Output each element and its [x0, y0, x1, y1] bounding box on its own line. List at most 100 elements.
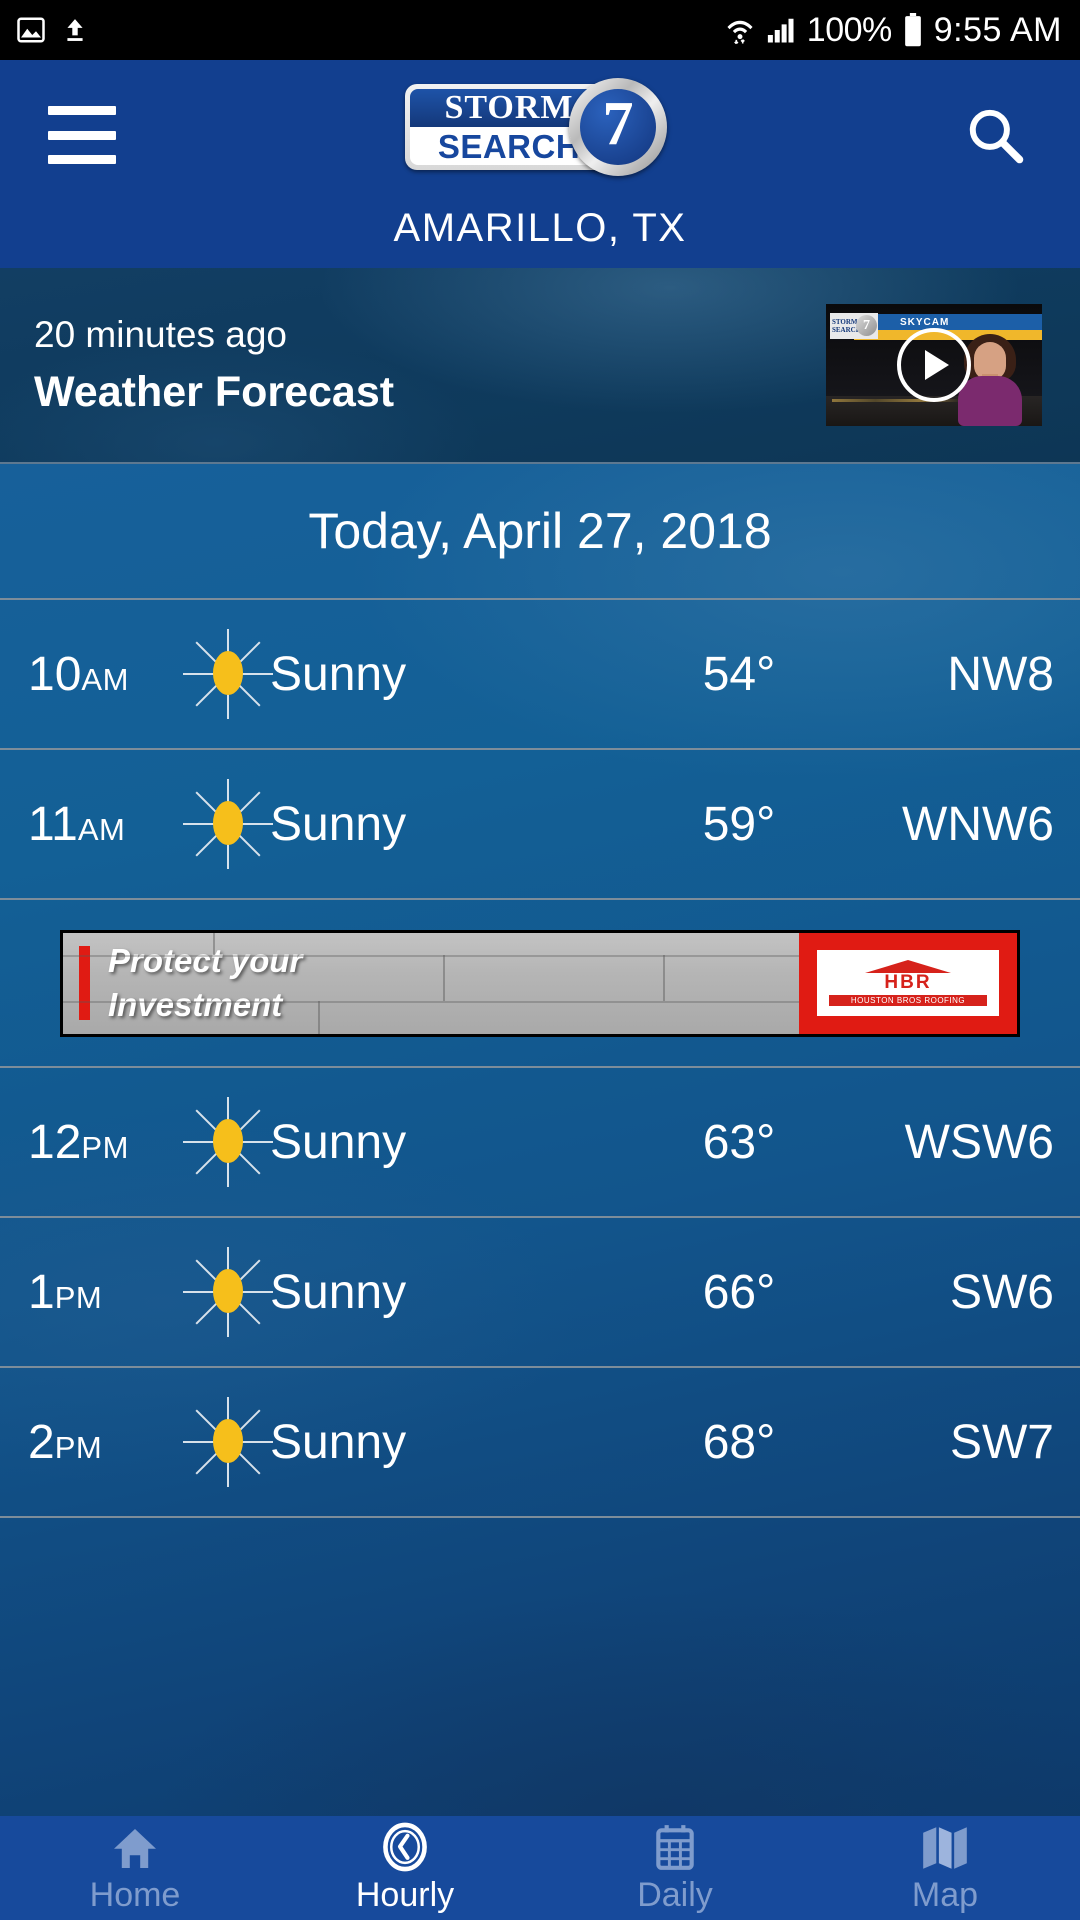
nav-label-map: Map: [911, 1875, 979, 1914]
row-hour: 2: [28, 1415, 55, 1469]
app-header: STORM SEARCH 7 AMARILLO, TX: [0, 60, 1080, 268]
status-bar-left: [16, 15, 88, 45]
cell-signal-icon: [767, 18, 794, 43]
clock-label: 9:55 AM: [933, 10, 1062, 49]
sun-core: [213, 1269, 243, 1313]
battery-icon: [904, 13, 921, 47]
row-wind: SW7: [949, 1415, 1054, 1469]
wifi-icon: [727, 20, 753, 45]
table-row[interactable]: 12PM Sunny 63° WSW6: [0, 1068, 1080, 1218]
anchor-body: [958, 376, 1022, 426]
ad-brand-panel: HBR HOUSTON BROS ROOFING: [799, 932, 1017, 1034]
row-icon-cell: [183, 629, 273, 719]
table-row[interactable]: 2PM Sunny 68° SW7: [0, 1368, 1080, 1518]
hamburger-bar: [48, 130, 116, 140]
nav-item-map[interactable]: Map: [810, 1816, 1080, 1920]
row-wind: WNW6: [902, 797, 1054, 851]
nav-item-home[interactable]: Home: [0, 1816, 270, 1920]
row-temperature: 63°: [702, 1115, 776, 1169]
row-wind: SW6: [949, 1265, 1054, 1319]
clock-icon: [379, 1822, 431, 1872]
row-condition: Sunny: [270, 647, 407, 701]
nav-label-hourly: Hourly: [355, 1875, 455, 1914]
row-icon-cell: [183, 1247, 273, 1337]
row-temperature: 68°: [702, 1415, 776, 1469]
sun-icon: [183, 1397, 273, 1487]
ad-headline: Protect your Investment: [108, 939, 302, 1027]
search-icon: [969, 109, 1024, 164]
bottom-navigation-bar: Home Hourly Daily Map: [0, 1816, 1080, 1920]
roof-icon: [865, 960, 951, 973]
channel-seven-badge: 7: [569, 78, 667, 176]
row-condition: Sunny: [270, 1115, 407, 1169]
ad-accent-bar: [79, 946, 90, 1020]
ad-headline-line2: Investment: [108, 986, 283, 1023]
row-condition: Sunny: [270, 1415, 407, 1469]
video-title: Weather Forecast: [34, 367, 395, 416]
row-meridiem: AM: [77, 811, 126, 847]
upload-icon: [67, 19, 83, 41]
row-hour: 10: [28, 647, 82, 701]
hamburger-menu-icon[interactable]: [48, 106, 116, 164]
video-timestamp: 20 minutes ago: [34, 313, 288, 355]
row-time: 1PM: [28, 1265, 186, 1320]
nav-item-hourly[interactable]: Hourly: [270, 1816, 540, 1920]
video-thumbnail[interactable]: SKYCAM STORM SEARCH 7: [826, 304, 1042, 426]
row-hour: 12: [28, 1115, 82, 1169]
table-row[interactable]: 11AM Sunny 59° WNW6: [0, 750, 1080, 900]
storm-search-7-logo[interactable]: STORM SEARCH 7: [405, 76, 675, 176]
image-icon: [17, 17, 45, 43]
header-top-row: STORM SEARCH 7: [0, 60, 1080, 210]
row-icon-cell: [183, 1097, 273, 1187]
row-time: 2PM: [28, 1415, 186, 1470]
sun-core: [213, 801, 243, 845]
sun-icon: [183, 1097, 273, 1187]
row-icon-cell: [183, 779, 273, 869]
row-time: 10AM: [28, 647, 186, 702]
row-condition: Sunny: [270, 797, 407, 851]
row-temperature: 66°: [702, 1265, 776, 1319]
search-button[interactable]: [960, 100, 1030, 170]
hamburger-bar: [48, 155, 116, 164]
row-wind: WSW6: [904, 1115, 1054, 1169]
sun-core: [213, 1119, 243, 1163]
map-icon: [918, 1822, 972, 1872]
row-hour: 11: [28, 797, 78, 851]
row-hour: 1: [28, 1265, 55, 1319]
nav-label-daily: Daily: [637, 1875, 713, 1914]
row-temperature: 59°: [702, 797, 776, 851]
skycam-banner: SKYCAM: [854, 314, 1042, 330]
table-row[interactable]: 1PM Sunny 66° SW6: [0, 1218, 1080, 1368]
sun-icon: [183, 1247, 273, 1337]
channel-seven-number: 7: [580, 89, 656, 165]
hbr-brand-tagline: HOUSTON BROS ROOFING: [829, 995, 987, 1006]
row-meridiem: PM: [81, 1129, 129, 1165]
table-row[interactable]: 10AM Sunny 54° NW8: [0, 600, 1080, 750]
play-icon[interactable]: [897, 328, 971, 402]
status-bar-right: 100% 9:55 AM: [725, 11, 1062, 50]
row-time: 12PM: [28, 1115, 186, 1170]
thumbnail-channel-badge: 7: [856, 315, 877, 336]
row-meridiem: PM: [54, 1279, 103, 1315]
sun-icon: [183, 779, 273, 869]
hbr-logo: HBR HOUSTON BROS ROOFING: [817, 950, 999, 1016]
calendar-icon: [650, 1822, 700, 1872]
row-meridiem: PM: [54, 1429, 103, 1465]
advertisement-slot: Protect your Investment HBR HOUSTON BROS…: [0, 900, 1080, 1068]
ad-content: Protect your Investment: [63, 932, 799, 1034]
hourly-forecast-list[interactable]: Today, April 27, 2018 10AM Sunny 54° NW8…: [0, 464, 1080, 1816]
row-wind: NW8: [947, 647, 1054, 701]
nav-item-daily[interactable]: Daily: [540, 1816, 810, 1920]
sun-core: [213, 1419, 243, 1463]
ad-headline-line1: Protect your: [108, 942, 303, 980]
sun-core: [213, 651, 243, 695]
status-bar: 100% 9:55 AM: [0, 0, 1080, 60]
row-meridiem: AM: [81, 661, 129, 697]
nav-label-home: Home: [89, 1875, 181, 1914]
forecast-date-header: Today, April 27, 2018: [0, 464, 1080, 600]
row-icon-cell: [183, 1397, 273, 1487]
sun-icon: [183, 629, 273, 719]
weather-forecast-video-card[interactable]: 20 minutes ago Weather Forecast SKYCAM S…: [0, 268, 1080, 464]
hamburger-bar: [48, 106, 116, 115]
advertisement-banner[interactable]: Protect your Investment HBR HOUSTON BROS…: [60, 929, 1020, 1037]
